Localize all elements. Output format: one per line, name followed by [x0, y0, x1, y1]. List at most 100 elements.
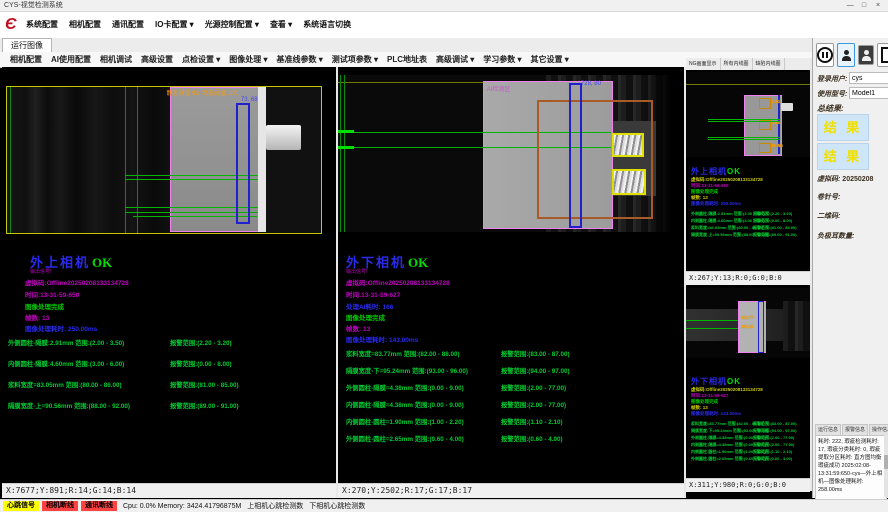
- electrode-tab-roi: [612, 133, 644, 157]
- measure-line-bright: [338, 146, 354, 149]
- measurement-row: 内侧圆柱-圆柱=1.90mm 范围:(1.00 - 2.20)报警范围:(1.1…: [691, 449, 797, 456]
- toolbar-item[interactable]: 点检设置 ▾: [182, 54, 220, 65]
- close-button[interactable]: ×: [872, 0, 884, 12]
- result-lower-box: 结 果: [817, 143, 869, 170]
- view-tab-strip: 运行图像: [0, 38, 812, 53]
- ok-badge: OK: [408, 255, 428, 270]
- toolbar-item[interactable]: AI使用配置: [51, 54, 91, 65]
- electrode-tab-blob: [266, 125, 301, 150]
- negative-tab-count-label: 负极耳数量:: [817, 231, 854, 241]
- lower-camera-panel: AI检测区 728, 80 外下相机OK 输出信号! 虚拟码:Offline20…: [338, 67, 684, 498]
- tab-run-image[interactable]: 运行图像: [2, 38, 52, 52]
- ng-thumb-upper-image[interactable]: 2.91 4.60 90.56: [686, 72, 810, 157]
- menu-item[interactable]: 查看 ▾: [270, 19, 292, 30]
- pause-button[interactable]: [816, 43, 834, 67]
- elapsed-line: 图像处理耗时: 143.00ms: [691, 411, 797, 417]
- toolbar-item[interactable]: 图像处理 ▾: [229, 54, 267, 65]
- toolbar-item[interactable]: 相机配置: [10, 54, 42, 65]
- lower-camera-statusbar: X:270;Y:2502;R:17;G:17;B:17: [338, 483, 684, 498]
- menu-item[interactable]: 系统语言切换: [303, 19, 351, 30]
- thumbnail-column: NG画面显示所有内线图缺陷内线图 2.91 4.60 90.56 外上相机OK …: [686, 58, 810, 491]
- defect-label: 2.91: [772, 99, 781, 104]
- status-badge: 通讯断线: [81, 501, 117, 511]
- lower-camera-image[interactable]: AI检测区 728, 80: [338, 75, 684, 232]
- camera-sub-note: 输出信号!: [346, 268, 367, 275]
- upper-camera-image[interactable]: 静态阈值:93, 动态阈值:100 73, 68: [6, 86, 322, 234]
- ok-badge: OK: [92, 255, 112, 270]
- toolbar-item[interactable]: 学习参数 ▾: [483, 54, 521, 65]
- exit-icon: →: [881, 47, 888, 63]
- toolbar-item[interactable]: 基准线参数 ▾: [277, 54, 323, 65]
- toolbar-item[interactable]: 其它设置 ▾: [531, 54, 569, 65]
- elapsed-line: 图像处理耗时: 250.00ms: [25, 323, 97, 333]
- cpu-memory-text: Cpu: 0.0% Memory: 3424.41796875M: [123, 503, 241, 510]
- model-input[interactable]: [849, 87, 888, 99]
- measurement-list: 浆料宽度=83.77mm 范围:(82.00 - 88.00)报警范围:(83.…: [346, 349, 680, 451]
- app-logo-icon: Є: [5, 14, 17, 36]
- toolbar-item[interactable]: 高级调试 ▾: [436, 54, 474, 65]
- app-statusbar: 心跳信号相机断线通讯断线 Cpu: 0.0% Memory: 3424.4179…: [0, 499, 888, 512]
- defect-label: 90.56: [772, 143, 783, 148]
- operator-button[interactable]: [858, 45, 874, 65]
- defect-roi: [759, 143, 771, 154]
- toolbar-item[interactable]: 高级设置: [141, 54, 173, 65]
- menu-item[interactable]: IO卡配置 ▾: [155, 19, 194, 30]
- camera-sub-note: 输出信号!: [30, 268, 51, 275]
- time-line: 时间:13-31-59-650: [25, 289, 79, 299]
- panel-divider: [336, 67, 338, 498]
- measurement-row: 内侧圆柱-圆柱=1.90mm 范围:(1.00 - 2.20)报警范围:(1.1…: [346, 417, 680, 434]
- log-tab[interactable]: 操作信息: [869, 424, 888, 435]
- coord-overlay-text: 73, 68: [241, 97, 258, 103]
- ng-thumb-upper-info: 外上相机OK 虚拟码:Offline20250208133134728 时间:1…: [691, 166, 797, 239]
- baseline-olive-line: [686, 84, 810, 85]
- menu-item[interactable]: 相机配置: [69, 19, 101, 30]
- defect-label: 95.24: [742, 324, 753, 329]
- app-window: CYS-视觉检测系统 — □ × Є 系统配置相机配置通讯配置IO卡配置 ▾光源…: [0, 0, 888, 512]
- log-scrollbar[interactable]: [884, 435, 888, 497]
- frames-line: 帧数: 13: [346, 323, 370, 333]
- virtual-code-value: 20250208: [842, 176, 873, 183]
- status-badge: 心跳信号: [3, 501, 39, 511]
- operator-icon: [862, 50, 871, 61]
- exit-button[interactable]: →: [877, 43, 888, 67]
- menu-item[interactable]: 通讯配置: [112, 19, 144, 30]
- ok-badge: OK: [727, 377, 741, 386]
- toolbar-item[interactable]: 测试项参数 ▾: [332, 54, 378, 65]
- lower-camera-heartbeat-label: 下相机心跳检测数: [309, 501, 365, 511]
- menu-item[interactable]: 系统配置: [26, 19, 58, 30]
- ng-thumb-lower-info: 外下相机OK 虚拟码:Offline20250208133134728 时间:1…: [691, 376, 797, 463]
- machinery-texture: [783, 301, 810, 351]
- thumbnail-tab[interactable]: 所有内线图: [721, 58, 753, 70]
- maximize-button[interactable]: □: [858, 0, 870, 12]
- ok-badge: OK: [727, 167, 741, 176]
- defect-label: 83.77: [742, 315, 753, 320]
- menu-item[interactable]: 光源控制配置 ▾: [205, 19, 259, 30]
- ng-thumb-lower-image[interactable]: 83.77 95.24: [686, 288, 810, 358]
- measurement-row: 外侧圆柱-圆柱=2.65mm 范围:(0.60 - 4.00)报警范围:(0.6…: [346, 434, 680, 451]
- measure-line: [708, 137, 780, 138]
- log-tab[interactable]: 运行信息: [815, 424, 841, 435]
- thumbnail-tab[interactable]: NG画面显示: [686, 58, 721, 70]
- electrode-tab-blob: [781, 103, 792, 112]
- pause-icon: [817, 47, 833, 63]
- menu-items: 系统配置相机配置通讯配置 IO卡配置 ▾ 光源控制配置 ▾ 查看 ▾ 系统语言切换: [26, 19, 351, 30]
- measure-line: [708, 119, 780, 120]
- minimize-button[interactable]: —: [844, 0, 856, 12]
- defect-roi: [759, 98, 771, 109]
- sidebar-buttons: →: [816, 43, 888, 67]
- user-button[interactable]: [837, 43, 855, 67]
- roi-blue-rect: [569, 83, 582, 228]
- login-user-input[interactable]: [849, 72, 888, 84]
- measure-line: [686, 320, 742, 321]
- thumbnail-tab[interactable]: 缺陷内线图: [753, 58, 785, 70]
- model-label: 使用型号:: [817, 89, 847, 99]
- barcode-line: 虚拟码:Offline20250208133134728: [346, 277, 450, 287]
- right-sidebar: → 登录用户: 使用型号: 总结果: 结 果 结 果 虚拟码: 20250208…: [812, 38, 888, 498]
- log-tab[interactable]: 报警信息: [842, 424, 868, 435]
- status-badge: 相机断线: [42, 501, 78, 511]
- roi-blue-rect: [758, 301, 764, 353]
- toolbar-item[interactable]: 相机调试: [100, 54, 132, 65]
- time-line: 时间:13-31-59-627: [346, 289, 400, 299]
- virtual-code-label: 虚拟码: 20250208: [817, 174, 873, 184]
- toolbar-item[interactable]: PLC地址表: [387, 54, 427, 65]
